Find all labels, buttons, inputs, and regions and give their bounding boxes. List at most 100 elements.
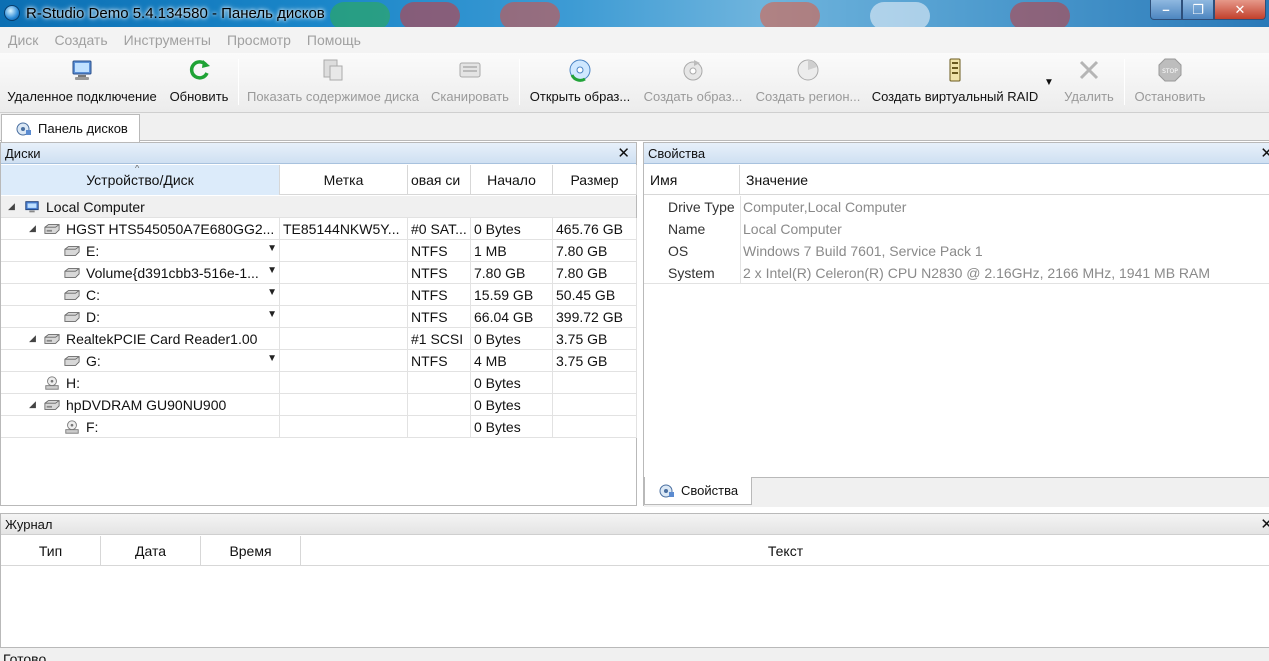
column-name[interactable]: Имя [644, 165, 740, 195]
label-cell: TE85144NKW5Y... [280, 218, 408, 240]
device-cell: Local Computer [21, 196, 621, 218]
table-row[interactable]: G: ▼ NTFS 4 MB 3.75 GB [1, 350, 637, 372]
size-cell [553, 372, 637, 394]
create-image-button[interactable]: Создать образ... [642, 57, 744, 109]
column-label[interactable]: Метка [280, 165, 408, 195]
journal-panel-close-button[interactable]: ✕ [1260, 515, 1269, 533]
column-text[interactable]: Текст [301, 536, 1269, 566]
close-button[interactable]: ✕ [1214, 0, 1266, 20]
create-region-button[interactable]: Создать регион... [754, 57, 862, 109]
expand-arrow-icon[interactable]: ◢ [29, 399, 36, 410]
refresh-button[interactable]: Обновить [168, 57, 230, 109]
device-name: HGST HTS545050A7E680GG2... [66, 221, 275, 237]
properties-icon [659, 483, 675, 499]
start-cell: 1 MB [471, 240, 553, 262]
journal-panel: Журнал ✕ Тип Дата Время Текст [0, 513, 1269, 648]
tab-disk-panel[interactable]: Панель дисков [1, 114, 140, 142]
menu-create[interactable]: Создать [54, 32, 107, 48]
partition-icon [64, 265, 80, 281]
chevron-down-icon[interactable]: ▼ [267, 309, 277, 320]
property-row[interactable]: Drive Type Computer,Local Computer [644, 196, 1269, 218]
disks-panel: Диски ✕ ^ Устройство/Диск Метка овая си … [0, 142, 637, 506]
table-row[interactable]: ◢ RealtekPCIE Card Reader1.00 #1 SCSI 0 … [1, 328, 637, 350]
stop-label: Остановить [1134, 89, 1206, 104]
expand-arrow-icon[interactable]: ◢ [8, 201, 15, 212]
toolbar: Удаленное подключение Обновить Показать … [0, 53, 1269, 113]
table-row[interactable]: E: ▼ NTFS 1 MB 7.80 GB [1, 240, 637, 262]
table-row[interactable]: H: 0 Bytes [1, 372, 637, 394]
filesystem-cell: NTFS [408, 240, 471, 262]
computer-icon [24, 199, 40, 215]
disks-panel-close-button[interactable]: ✕ [617, 144, 630, 162]
column-device[interactable]: ^ Устройство/Диск [1, 165, 280, 195]
main-tab-strip: Панель дисков [0, 113, 1269, 142]
property-row[interactable]: System 2 x Intel(R) Celeron(R) CPU N2830… [644, 262, 1269, 284]
create-virtual-raid-label: Создать виртуальный RAID [871, 89, 1039, 104]
property-value: Windows 7 Build 7601, Service Pack 1 [743, 243, 983, 259]
property-row[interactable]: OS Windows 7 Build 7601, Service Pack 1 [644, 240, 1269, 262]
journal-grid-header: Тип Дата Время Текст [1, 536, 1269, 566]
tab-properties[interactable]: Свойства [644, 477, 752, 505]
hard-drive-icon [44, 397, 60, 413]
disks-grid-body: ◢ Local Computer ◢ HGST HTS545050A7E680G… [1, 196, 637, 438]
property-row[interactable]: Name Local Computer [644, 218, 1269, 240]
label-cell [280, 328, 408, 350]
column-type[interactable]: Тип [1, 536, 101, 566]
table-row[interactable]: ◢ hpDVDRAM GU90NU900 0 Bytes [1, 394, 637, 416]
journal-panel-title: Журнал [5, 516, 53, 532]
column-filesystem[interactable]: овая си [408, 165, 471, 195]
partition-icon [64, 243, 80, 259]
table-row[interactable]: D: ▼ NTFS 66.04 GB 399.72 GB [1, 306, 637, 328]
filesystem-cell: NTFS [408, 306, 471, 328]
table-row[interactable]: ◢ HGST HTS545050A7E680GG2... TE85144NKW5… [1, 218, 637, 240]
table-row[interactable]: F: 0 Bytes [1, 416, 637, 438]
remote-connection-button[interactable]: Удаленное подключение [7, 57, 157, 109]
stop-button[interactable]: STOP Остановить [1132, 57, 1208, 109]
chevron-down-icon[interactable]: ▼ [267, 287, 277, 298]
virtual-raid-icon [942, 57, 968, 83]
scan-label: Сканировать [431, 89, 509, 104]
partition-icon [64, 309, 80, 325]
status-bar: Готово [0, 648, 1269, 661]
expand-arrow-icon[interactable]: ◢ [29, 333, 36, 344]
scan-button[interactable]: Сканировать [430, 57, 510, 109]
column-text-label: Текст [767, 543, 804, 559]
start-cell: 0 Bytes [471, 218, 553, 240]
label-cell [280, 394, 408, 416]
menu-view[interactable]: Просмотр [227, 32, 291, 48]
table-row[interactable]: C: ▼ NTFS 15.59 GB 50.45 GB [1, 284, 637, 306]
expand-arrow-icon[interactable]: ◢ [29, 223, 36, 234]
column-start[interactable]: Начало [471, 165, 553, 195]
start-cell: 15.59 GB [471, 284, 553, 306]
background-decoration [760, 2, 820, 30]
properties-panel-close-button[interactable]: ✕ [1260, 144, 1269, 162]
column-date[interactable]: Дата [101, 536, 201, 566]
delete-icon [1076, 57, 1102, 83]
chevron-down-icon[interactable]: ▼ [267, 265, 277, 276]
menu-help[interactable]: Помощь [307, 32, 361, 48]
delete-button[interactable]: Удалить [1062, 57, 1116, 109]
raid-dropdown-arrow-icon[interactable]: ▼ [1044, 77, 1054, 88]
start-cell: 0 Bytes [471, 394, 553, 416]
maximize-button[interactable]: ❐ [1182, 0, 1214, 20]
create-virtual-raid-button[interactable]: Создать виртуальный RAID [872, 57, 1038, 109]
tab-disk-panel-label: Панель дисков [38, 121, 128, 136]
title-bar: R-Studio Demo 5.4.134580 - Панель дисков… [0, 0, 1269, 30]
chevron-down-icon[interactable]: ▼ [267, 353, 277, 364]
column-size[interactable]: Размер [553, 165, 637, 195]
partition-icon [64, 353, 80, 369]
table-row[interactable]: Volume{d391cbb3-516e-1... ▼ NTFS 7.80 GB… [1, 262, 637, 284]
table-row[interactable]: ◢ Local Computer [1, 196, 636, 218]
show-disk-contents-button[interactable]: Показать содержимое диска [247, 57, 419, 109]
menu-disk[interactable]: Диск [8, 32, 38, 48]
size-cell: 50.45 GB [553, 284, 637, 306]
remote-connection-label: Удаленное подключение [7, 89, 157, 104]
column-time[interactable]: Время [201, 536, 301, 566]
column-value[interactable]: Значение [740, 165, 1269, 195]
stop-icon: STOP [1157, 57, 1183, 83]
chevron-down-icon[interactable]: ▼ [267, 243, 277, 254]
open-image-button[interactable]: Открыть образ... [528, 57, 632, 109]
menu-tools[interactable]: Инструменты [124, 32, 211, 48]
filesystem-cell: NTFS [408, 350, 471, 372]
minimize-button[interactable]: – [1150, 0, 1182, 20]
